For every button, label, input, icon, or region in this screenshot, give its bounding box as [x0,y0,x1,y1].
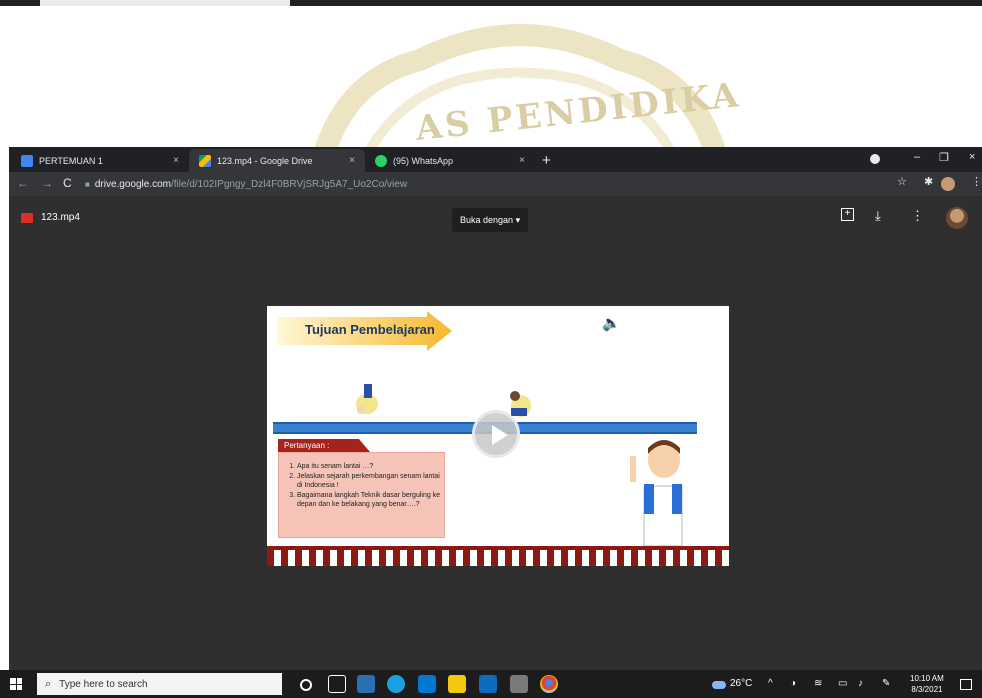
app-icon[interactable] [510,675,528,693]
whatsapp-icon [375,154,387,167]
top-dark-strip [0,0,982,6]
more-options-icon[interactable]: ⋮ [911,208,924,224]
new-tab-button[interactable]: + [542,152,551,169]
pen-icon[interactable]: ✎ [882,678,890,689]
speaker-icon: 🔈 [602,315,621,332]
tab-close-icon[interactable]: × [519,155,525,166]
question-item: Jelaskan sejarah perkembangan senam lant… [297,472,441,490]
tab-whatsapp[interactable]: (95) WhatsApp × [365,149,535,172]
mail-icon[interactable] [479,675,497,693]
restore-button[interactable]: ❐ [939,151,949,164]
notification-icon[interactable] [960,679,972,690]
url-host: drive.google.com [94,178,171,190]
question-item: Apa itu senam lantai …? [297,462,441,471]
chevron-up-icon[interactable]: ^ [768,678,773,689]
classroom-icon [21,154,33,167]
tab-close-icon[interactable]: × [349,155,355,166]
store-icon[interactable] [418,675,436,693]
play-button[interactable] [472,410,520,458]
minimize-button[interactable]: – [914,151,920,163]
clock-date: 8/3/2021 [911,685,943,694]
url-path: /file/d/102IPgngy_Dzl4F0BRVjSRJg5A7_Uo2C… [171,178,408,190]
gymnast-rolling-figure [356,384,378,414]
search-icon: ⌕ [45,677,52,690]
meet-icon[interactable]: ◑ [790,678,796,689]
weather-temp[interactable]: 26°C [730,678,752,689]
question-list: Apa itu senam lantai …? Jelaskan sejarah… [283,462,441,510]
chevron-down-icon: ▾ [515,214,521,225]
weather-icon [712,681,726,689]
drive-video-viewer: 123.mp4 Buka dengan ▾ + ⤓ ⋮ Tujuan Pembe… [9,196,982,670]
close-window-button[interactable]: × [969,151,975,163]
forward-icon[interactable]: → [41,176,53,190]
clock[interactable]: 10:10 AM 8/3/2021 [910,673,944,695]
file-explorer-icon[interactable] [448,675,466,693]
tab-strip: PERTEMUAN 1 × 123.mp4 - Google Drive × (… [9,147,982,172]
battery-icon[interactable]: ▭ [838,678,847,689]
task-view-icon[interactable] [328,675,346,693]
search-placeholder: Type here to search [59,678,148,690]
tab-pertemuan[interactable]: PERTEMUAN 1 × [11,149,189,172]
bookmark-star-icon[interactable]: ☆ [897,175,907,188]
open-with-button[interactable]: Buka dengan ▾ [452,208,529,232]
clock-time: 10:10 AM [910,674,944,683]
add-shortcut-icon[interactable]: + [841,208,854,221]
tab-label: PERTEMUAN 1 [39,155,103,166]
tab-label: (95) WhatsApp [393,155,454,166]
checkered-floor [267,550,729,566]
lock-icon: ■ [85,179,90,189]
drive-icon [199,154,211,167]
windows-start-icon[interactable] [10,678,22,690]
download-icon[interactable]: ⤓ [875,208,881,224]
taskbar-search[interactable]: ⌕ Type here to search [37,673,282,695]
account-avatar[interactable] [946,207,968,229]
question-header: Pertanyaan : [278,439,370,452]
extensions-icon[interactable]: ✱ [924,175,933,188]
reload-icon[interactable]: C [63,176,72,190]
tab-google-drive[interactable]: 123.mp4 - Google Drive × [189,149,365,172]
browser-window: PERTEMUAN 1 × 123.mp4 - Google Drive × (… [9,147,982,670]
windows-taskbar: ⌕ Type here to search 26°C ^ ◑ ≋ ▭ ♪ ✎ 1… [0,670,982,698]
open-with-label: Buka dengan [460,215,514,225]
profile-avatar[interactable] [941,177,955,191]
slide-title: Tujuan Pembelajaran [305,322,435,337]
tab-label: 123.mp4 - Google Drive [217,155,313,166]
edge-icon[interactable] [387,675,405,693]
question-item: Bagaimana langkah Teknik dasar berguling… [297,491,441,509]
viewer-header: 123.mp4 Buka dengan ▾ + ⤓ ⋮ [9,196,982,240]
top-strip-segment [40,0,290,6]
video-frame[interactable]: Tujuan Pembelajaran 🔈 Pertanyaan : Apa i… [267,306,729,566]
file-title: 123.mp4 [21,212,80,223]
volume-icon[interactable]: ♪ [858,678,863,689]
menu-kebab-icon[interactable]: ⋮ [971,175,982,188]
browser-toolbar: ← → C ■ drive.google.com/file/d/102IPgng… [9,172,982,196]
chrome-taskbar-icon[interactable] [540,675,558,693]
cortana-icon[interactable] [300,679,312,691]
wifi-icon[interactable]: ≋ [814,678,822,689]
app-icon[interactable] [357,675,375,693]
address-bar[interactable]: ■ drive.google.com/file/d/102IPgngy_Dzl4… [85,175,965,193]
back-icon[interactable]: ← [17,176,29,190]
profile-dot-icon[interactable] [870,154,880,164]
video-file-icon [21,212,33,223]
tab-close-icon[interactable]: × [173,155,179,166]
file-name: 123.mp4 [41,212,80,223]
